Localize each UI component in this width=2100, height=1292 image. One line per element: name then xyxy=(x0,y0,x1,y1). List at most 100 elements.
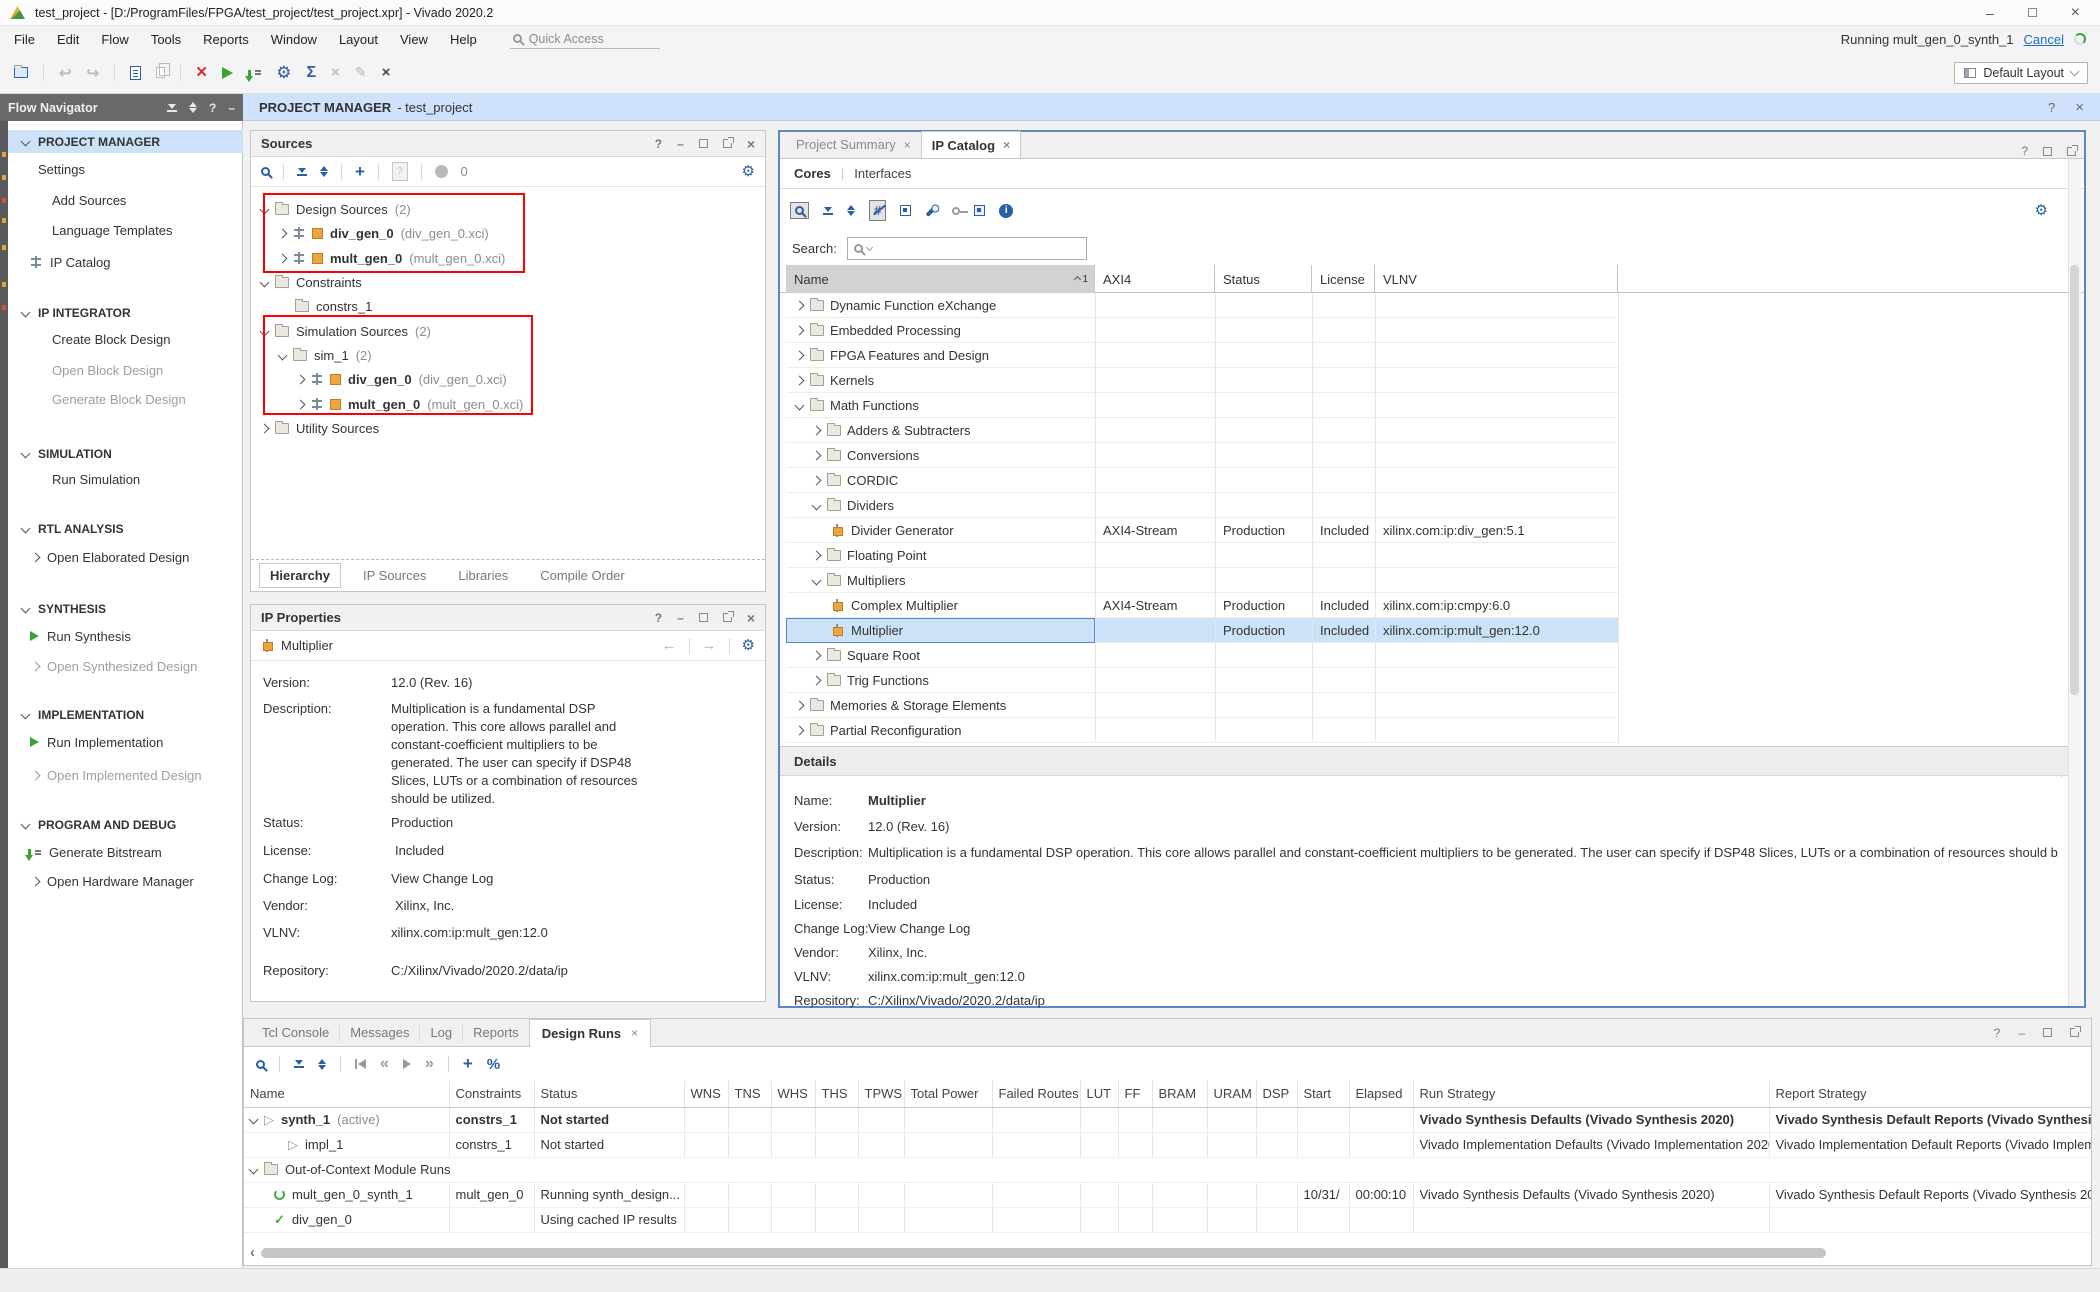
catalog-row-math-functions[interactable]: Math Functions xyxy=(786,393,1618,418)
catalog-row[interactable]: Conversions xyxy=(786,443,1618,468)
chevron-right-icon[interactable] xyxy=(812,475,822,485)
catalog-row-multiplier-selected[interactable]: MultiplierProductionIncludedxilinx.com:i… xyxy=(786,618,1618,643)
info-icon[interactable]: i xyxy=(999,204,1013,218)
chevron-down-icon[interactable] xyxy=(249,1115,259,1125)
tree-row-constrs-1[interactable]: constrs_1 xyxy=(295,294,372,318)
catalog-row-dividers[interactable]: Dividers xyxy=(786,493,1618,518)
run-icon[interactable] xyxy=(222,67,233,79)
tab-ip-catalog[interactable]: IP Catalog× xyxy=(921,131,1021,158)
sidebar-item-create-block-design[interactable]: Create Block Design xyxy=(52,329,171,349)
close-icon[interactable]: × xyxy=(631,1026,638,1040)
tree-row-design-sources[interactable]: Design Sources(2) xyxy=(261,197,411,221)
sidebar-item-add-sources[interactable]: Add Sources xyxy=(52,190,126,210)
expand-all-icon[interactable] xyxy=(318,1059,326,1070)
run-row-impl-1[interactable]: ▷impl_1 constrs_1 Not started Vivado Imp… xyxy=(244,1132,2091,1157)
help-icon[interactable]: ? xyxy=(2021,144,2028,158)
float-panel-icon[interactable] xyxy=(2067,147,2076,156)
chevron-down-icon[interactable] xyxy=(260,204,270,214)
tab-ip-sources[interactable]: IP Sources xyxy=(353,564,436,587)
view-change-log-link[interactable]: View Change Log xyxy=(391,871,493,886)
expand-all-icon[interactable] xyxy=(847,205,855,216)
tab-libraries[interactable]: Libraries xyxy=(448,564,518,587)
sidebar-section-rtl-analysis[interactable]: RTL ANALYSIS xyxy=(8,517,243,540)
discard-icon[interactable]: × xyxy=(382,64,391,81)
tree-row-div-gen-0[interactable]: div_gen_0(div_gen_0.xci) xyxy=(279,221,489,245)
sidebar-section-implementation[interactable]: IMPLEMENTATION xyxy=(8,703,243,726)
generate-bitstream-icon[interactable] xyxy=(248,70,261,76)
chevron-right-icon[interactable] xyxy=(795,725,805,735)
chevron-right-icon[interactable] xyxy=(296,374,306,384)
chevron-down-icon[interactable] xyxy=(249,1165,259,1175)
search-icon[interactable] xyxy=(256,1060,265,1069)
catalog-row[interactable]: Adders & Subtracters xyxy=(786,418,1618,443)
filter-icon[interactable]: # xyxy=(869,200,886,221)
chevron-down-icon[interactable] xyxy=(795,400,805,410)
chevron-right-icon[interactable] xyxy=(278,228,288,238)
maximize-panel-icon[interactable] xyxy=(699,613,708,622)
customize-icon[interactable] xyxy=(926,204,938,216)
catalog-row[interactable]: CORDIC xyxy=(786,468,1618,493)
ip-chip-icon[interactable] xyxy=(974,205,985,216)
maximize-panel-icon[interactable] xyxy=(2043,1028,2052,1037)
collapse-all-icon[interactable] xyxy=(294,1060,304,1068)
chevron-right-icon[interactable] xyxy=(812,450,822,460)
tab-reports[interactable]: Reports xyxy=(463,1021,529,1044)
redo-icon[interactable]: ↪ xyxy=(87,64,100,82)
run-row-ooc-group[interactable]: Out-of-Context Module Runs xyxy=(244,1157,2091,1182)
chevron-right-icon[interactable] xyxy=(812,675,822,685)
expand-all-icon[interactable] xyxy=(320,166,328,177)
tree-row-simulation-sources[interactable]: Simulation Sources(2) xyxy=(261,319,431,343)
chevron-right-icon[interactable] xyxy=(812,550,822,560)
maximize-icon[interactable] xyxy=(2028,8,2037,17)
minimize-panel-icon[interactable]: – xyxy=(677,611,684,625)
maximize-panel-icon[interactable] xyxy=(2043,147,2052,156)
sidebar-section-simulation[interactable]: SIMULATION xyxy=(8,442,243,465)
tree-row-constraints[interactable]: Constraints xyxy=(261,270,362,294)
sidebar-section-project-manager[interactable]: PROJECT MANAGER xyxy=(8,130,243,153)
gear-icon[interactable]: ⚙ xyxy=(742,164,755,179)
search-input[interactable] xyxy=(847,237,1087,260)
tab-messages[interactable]: Messages xyxy=(340,1021,419,1044)
sidebar-item-ip-catalog[interactable]: IP Catalog xyxy=(30,252,110,272)
expand-all-icon[interactable] xyxy=(189,102,197,113)
layout-selector[interactable]: Default Layout xyxy=(1954,62,2088,84)
tree-row-sim-mult-gen-0[interactable]: mult_gen_0(mult_gen_0.xci) xyxy=(297,392,523,416)
minimize-panel-icon[interactable]: – xyxy=(677,137,684,151)
chevron-right-icon[interactable] xyxy=(812,425,822,435)
help-icon[interactable]: ? xyxy=(655,137,662,151)
column-header-license[interactable]: License xyxy=(1312,265,1375,293)
chevron-right-icon[interactable] xyxy=(795,700,805,710)
chevron-right-icon[interactable] xyxy=(795,300,805,310)
catalog-row[interactable]: Partial Reconfiguration xyxy=(786,718,1618,743)
float-panel-icon[interactable] xyxy=(2070,1028,2079,1037)
status-link[interactable]: Production xyxy=(868,872,930,887)
menu-file[interactable]: File xyxy=(3,32,46,47)
sidebar-section-program-and-debug[interactable]: PROGRAM AND DEBUG xyxy=(8,813,243,836)
help-icon[interactable]: ? xyxy=(655,611,662,625)
chevron-down-icon[interactable] xyxy=(260,326,270,336)
help-icon[interactable]: ? xyxy=(1994,1026,2001,1040)
close-icon[interactable]: × xyxy=(2071,4,2080,22)
copy-icon[interactable] xyxy=(156,67,165,78)
undo-icon[interactable]: ↩ xyxy=(59,64,72,82)
tab-hierarchy[interactable]: Hierarchy xyxy=(259,563,341,588)
sidebar-item-language-templates[interactable]: Language Templates xyxy=(52,220,172,240)
chevron-right-icon[interactable] xyxy=(278,253,288,263)
column-header-name[interactable]: Name 1 xyxy=(786,265,1095,293)
column-header-status[interactable]: Status xyxy=(1215,265,1312,293)
catalog-row[interactable]: Kernels xyxy=(786,368,1618,393)
cancel-link[interactable]: Cancel xyxy=(2024,32,2064,47)
sidebar-item-open-elaborated-design[interactable]: Open Elaborated Design xyxy=(32,547,189,567)
save-icon[interactable] xyxy=(130,66,141,80)
tab-log[interactable]: Log xyxy=(420,1021,462,1044)
sidebar-item-run-synthesis[interactable]: Run Synthesis xyxy=(30,626,131,646)
menu-tools[interactable]: Tools xyxy=(140,32,192,47)
close-icon[interactable]: × xyxy=(1003,138,1010,152)
float-panel-icon[interactable] xyxy=(723,139,732,148)
tree-row-sim-div-gen-0[interactable]: div_gen_0(div_gen_0.xci) xyxy=(297,367,507,391)
delete-icon[interactable]: × xyxy=(196,63,207,82)
chevron-down-icon[interactable] xyxy=(812,500,822,510)
tab-design-runs[interactable]: Design Runs× xyxy=(529,1019,651,1047)
close-icon[interactable]: × xyxy=(2075,99,2084,116)
scrollbar-thumb[interactable] xyxy=(261,1248,1826,1258)
